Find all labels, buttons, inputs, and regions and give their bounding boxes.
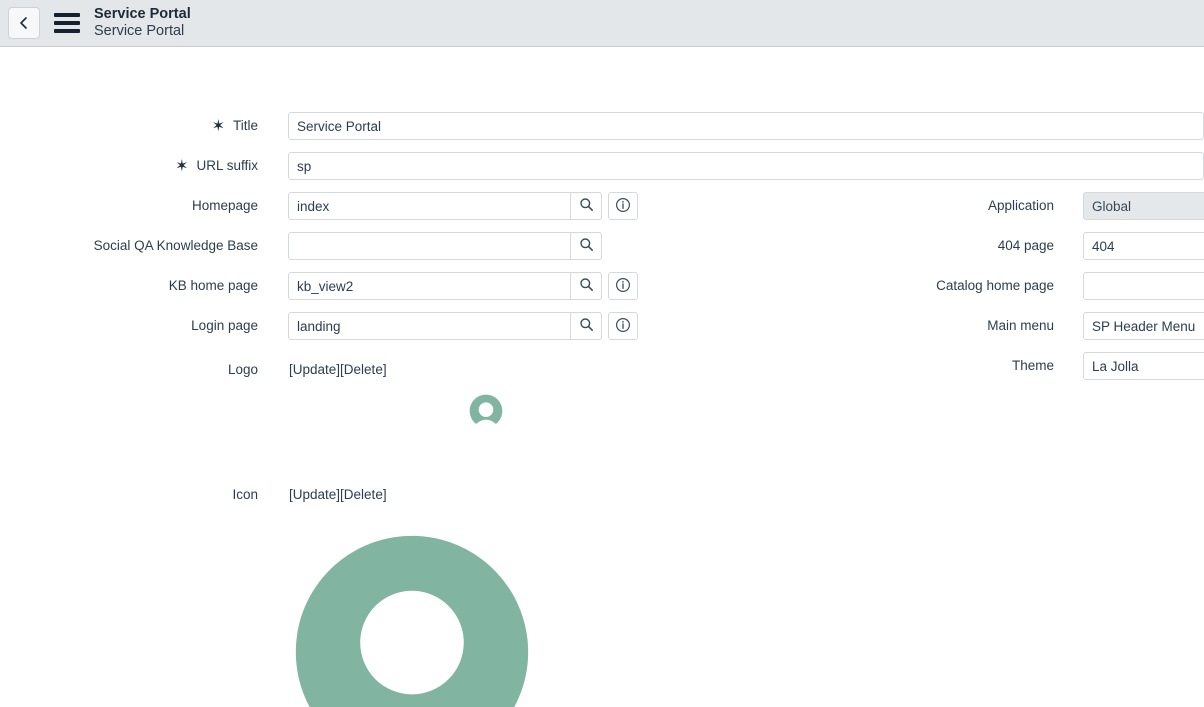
field-row-logo: Logo (0, 356, 280, 384)
field-row-catalog-home-page: Catalog home page (790, 272, 1060, 300)
search-icon (579, 317, 594, 335)
field-row-title: ✶ Title (0, 112, 280, 140)
search-icon (579, 237, 594, 255)
field-row-login-page: Login page (0, 312, 280, 340)
url-suffix-input[interactable] (288, 152, 1204, 180)
field-label-main-menu: Main menu (987, 318, 1054, 334)
field-control-social-qa-knowledge-base (288, 232, 602, 260)
field-control-404-page (1083, 232, 1204, 260)
app-header: Service Portal Service Portal (0, 0, 1204, 47)
homepage-input[interactable] (288, 192, 570, 220)
main-menu-input[interactable] (1083, 312, 1204, 340)
search-icon (579, 197, 594, 215)
homepage-lookup-button[interactable] (570, 192, 602, 220)
title-input[interactable] (288, 112, 1204, 140)
field-label-icon: Icon (232, 487, 258, 503)
form-area: ✶ Title ✶ URL suffix Homepage (0, 47, 1204, 707)
info-circle-icon (615, 317, 631, 336)
servicenow-logo-mark (469, 394, 503, 433)
field-label-login-page: Login page (191, 318, 258, 334)
login-page-lookup-button[interactable] (570, 312, 602, 340)
logo-update-link[interactable]: [Update] (289, 362, 340, 377)
logo-delete-link[interactable]: [Delete] (340, 362, 387, 377)
field-row-404-page: 404 page (790, 232, 1060, 260)
page-subtitle: Service Portal (94, 23, 185, 39)
logo-attachment-links: [Update][Delete] (289, 362, 387, 377)
mandatory-indicator-icon: ✶ (175, 158, 189, 175)
field-control-theme (1083, 352, 1204, 380)
field-row-kb-home-page: KB home page (0, 272, 280, 300)
404-page-input[interactable] (1083, 232, 1204, 260)
page-title: Service Portal (94, 5, 191, 22)
field-row-social-qa-knowledge-base: Social QA Knowledge Base (0, 232, 280, 260)
catalog-home-page-input[interactable] (1083, 272, 1204, 300)
header-titles: Service Portal Service Portal (94, 6, 191, 40)
servicenow-icon-mark (291, 531, 533, 707)
field-label-title: ✶ Title (211, 118, 258, 135)
field-row-homepage: Homepage (0, 192, 280, 220)
social-qa-knowledge-base-lookup-button[interactable] (570, 232, 602, 260)
field-control-catalog-home-page (1083, 272, 1204, 300)
back-button[interactable] (8, 7, 40, 39)
field-control-title (288, 112, 1204, 140)
hamburger-menu-icon[interactable] (54, 12, 80, 34)
field-control-kb-home-page (288, 272, 638, 300)
chevron-left-icon (17, 16, 31, 30)
field-control-url-suffix (288, 152, 1204, 180)
icon-update-link[interactable]: [Update] (289, 487, 340, 502)
kb-home-page-lookup-button[interactable] (570, 272, 602, 300)
kb-home-page-info-button[interactable] (608, 272, 638, 300)
field-label-catalog-home-page: Catalog home page (936, 278, 1054, 294)
theme-input[interactable] (1083, 352, 1204, 380)
field-label-application: Application (987, 198, 1054, 214)
field-row-icon: Icon (0, 481, 280, 509)
field-control-application (1083, 192, 1204, 220)
application-input (1083, 192, 1204, 220)
kb-home-page-input[interactable] (288, 272, 570, 300)
field-control-login-page (288, 312, 638, 340)
icon-attachment-links: [Update][Delete] (289, 487, 387, 502)
field-label-logo: Logo (227, 362, 258, 378)
info-circle-icon (615, 277, 631, 296)
login-page-input[interactable] (288, 312, 570, 340)
field-control-main-menu (1083, 312, 1204, 340)
search-icon (579, 277, 594, 295)
social-qa-knowledge-base-input[interactable] (288, 232, 570, 260)
field-label-social-qa-knowledge-base: Social QA Knowledge Base (93, 238, 258, 254)
hamburger-bar (54, 21, 80, 25)
field-label-url-suffix: ✶ URL suffix (175, 158, 258, 175)
field-row-url-suffix: ✶ URL suffix (0, 152, 280, 180)
login-page-info-button[interactable] (608, 312, 638, 340)
field-label-404-page: 404 page (997, 238, 1054, 254)
field-control-homepage (288, 192, 638, 220)
homepage-info-button[interactable] (608, 192, 638, 220)
icon-delete-link[interactable]: [Delete] (340, 487, 387, 502)
field-label-theme: Theme (1011, 358, 1054, 374)
mandatory-indicator-icon: ✶ (211, 118, 225, 135)
field-label-kb-home-page: KB home page (168, 278, 258, 294)
hamburger-bar (54, 29, 80, 33)
field-row-theme: Theme (790, 352, 1060, 380)
field-row-application: Application (790, 192, 1060, 220)
hamburger-bar (54, 13, 80, 17)
field-row-main-menu: Main menu (790, 312, 1060, 340)
field-label-homepage: Homepage (191, 198, 258, 214)
info-circle-icon (615, 197, 631, 216)
